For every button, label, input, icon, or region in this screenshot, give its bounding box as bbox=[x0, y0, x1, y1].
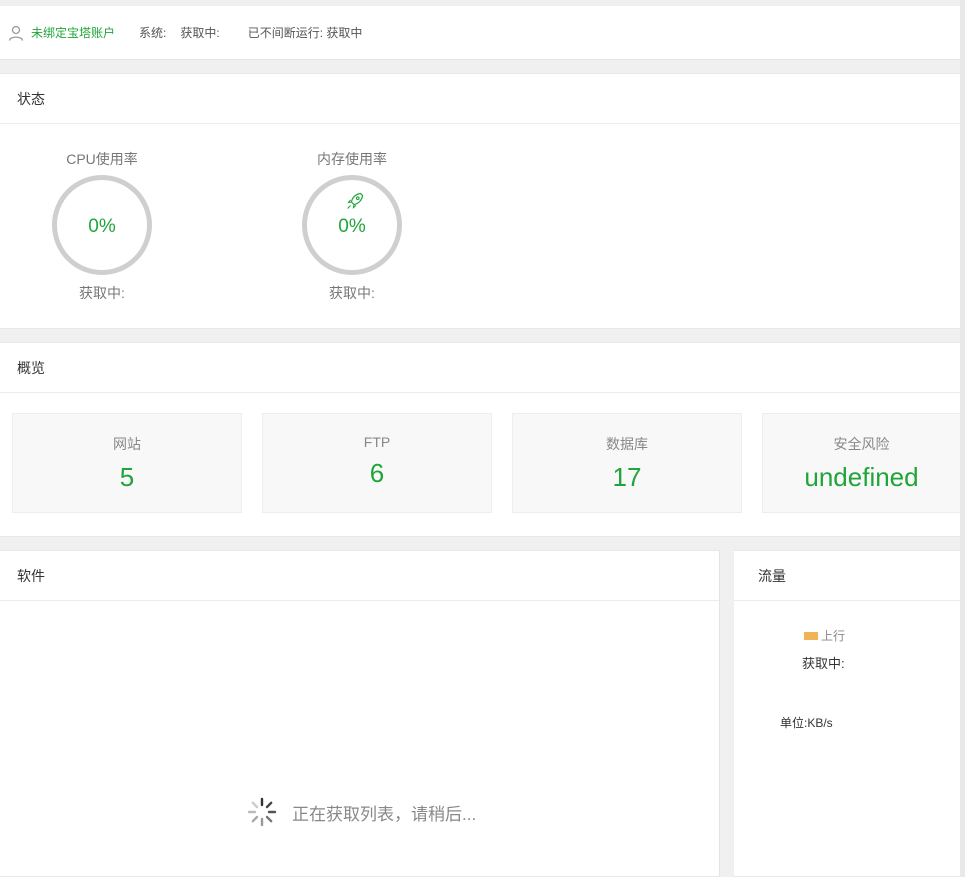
overview-ftp[interactable]: FTP 6 bbox=[262, 413, 492, 513]
software-panel: 软件 正在获取列表，请稍后... bbox=[0, 550, 720, 877]
traffic-panel: 流量 上行 获取中: 单位:KB/s bbox=[734, 550, 960, 877]
overview-websites[interactable]: 网站 5 bbox=[12, 413, 242, 513]
traffic-status: 获取中: bbox=[802, 656, 845, 671]
status-panel: 状态 CPU使用率 0% 获取中: 内存使用率 0% 获取中: bbox=[0, 73, 960, 329]
overview-ftp-label: FTP bbox=[363, 434, 391, 450]
overview-ftp-count: 6 bbox=[369, 458, 385, 488]
software-loading-text: 正在获取列表，请稍后... bbox=[292, 804, 477, 824]
software-title: 软件 bbox=[0, 551, 719, 601]
upstream-swatch bbox=[804, 631, 818, 640]
cpu-gauge-sub: 获取中: bbox=[79, 285, 125, 301]
overview-panel: 概览 网站 5 FTP 6 数据库 17 安全风险 undefined bbox=[0, 342, 960, 537]
cpu-gauge-value: 0% bbox=[88, 216, 116, 237]
cpu-gauge-label: CPU使用率 bbox=[66, 151, 138, 167]
system-label: 系统: bbox=[139, 26, 167, 40]
memory-gauge-label: 内存使用率 bbox=[317, 151, 387, 167]
overview-websites-count: 5 bbox=[119, 462, 135, 492]
bind-account-link[interactable]: 未绑定宝塔账户 bbox=[31, 24, 115, 41]
dashboard-page: 未绑定宝塔账户 系统: 获取中: 已不间断运行: 获取中 状态 CPU使用率 0… bbox=[0, 0, 965, 877]
cpu-gauge[interactable]: CPU使用率 0% 获取中: bbox=[32, 149, 172, 303]
traffic-legend-upstream[interactable]: 上行 bbox=[804, 627, 845, 644]
user-icon bbox=[8, 25, 24, 41]
top-info-bar: 未绑定宝塔账户 系统: 获取中: 已不间断运行: 获取中 bbox=[0, 6, 960, 60]
spinner-icon bbox=[247, 797, 277, 827]
overview-security-risk[interactable]: 安全风险 undefined bbox=[762, 413, 960, 513]
overview-websites-label: 网站 bbox=[113, 436, 141, 452]
overview-databases-count: 17 bbox=[612, 462, 642, 492]
overview-security-count: undefined bbox=[804, 462, 919, 492]
overview-security-label: 安全风险 bbox=[833, 436, 890, 452]
memory-gauge-sub: 获取中: bbox=[329, 285, 375, 301]
rocket-icon[interactable] bbox=[345, 191, 365, 211]
memory-gauge[interactable]: 内存使用率 0% 获取中: bbox=[282, 149, 422, 303]
memory-gauge-ring: 0% bbox=[302, 175, 402, 275]
overview-databases[interactable]: 数据库 17 bbox=[512, 413, 742, 513]
traffic-unit: 单位:KB/s bbox=[780, 716, 833, 730]
overview-title: 概览 bbox=[0, 343, 960, 393]
memory-gauge-value: 0% bbox=[338, 216, 366, 237]
page-scrollbar[interactable] bbox=[960, 0, 965, 877]
system-value: 获取中: bbox=[180, 26, 220, 40]
traffic-legend-upstream-label: 上行 bbox=[821, 629, 846, 643]
uptime-text: 已不间断运行: 获取中 bbox=[247, 26, 363, 40]
overview-databases-label: 数据库 bbox=[606, 436, 648, 452]
traffic-title: 流量 bbox=[734, 551, 960, 601]
status-title: 状态 bbox=[0, 74, 960, 124]
software-loading: 正在获取列表，请稍后... bbox=[246, 796, 476, 828]
cpu-gauge-ring: 0% bbox=[52, 175, 152, 275]
